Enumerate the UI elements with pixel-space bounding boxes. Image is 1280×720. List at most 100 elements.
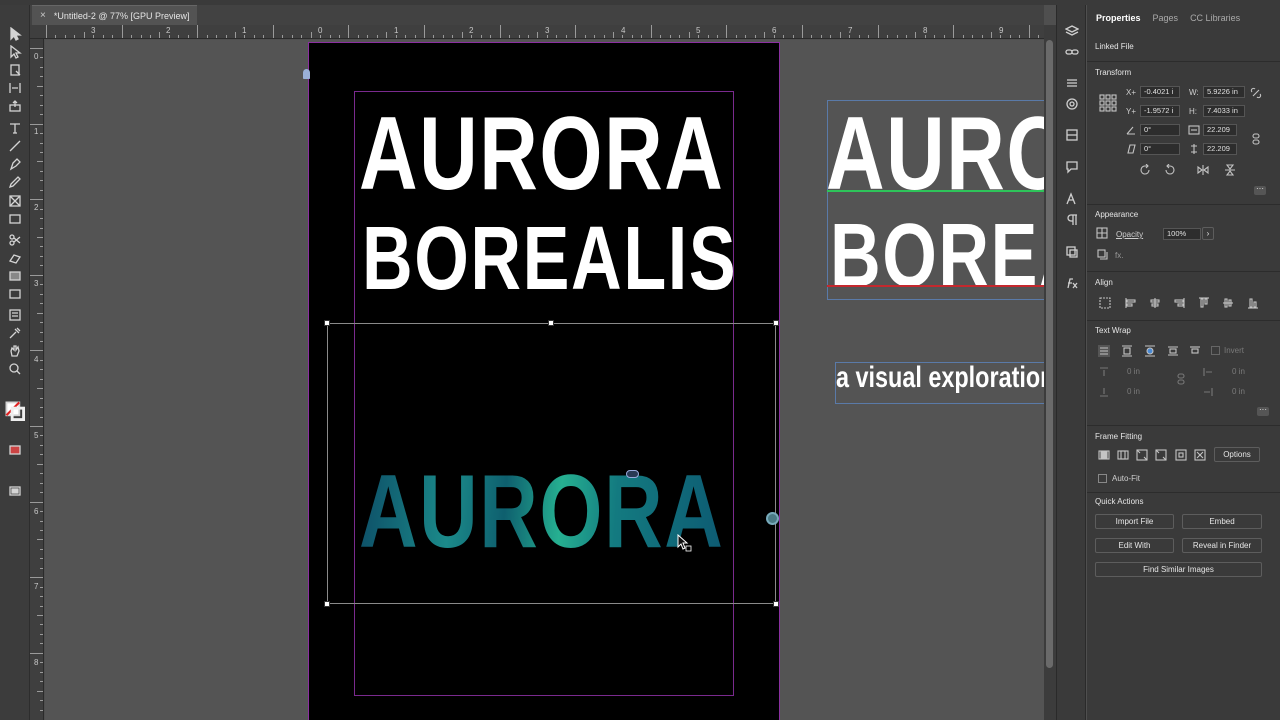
scale-y-field[interactable]: 22.209 [1203, 143, 1237, 155]
close-tab-icon[interactable]: × [40, 10, 46, 21]
align-top-icon[interactable] [1198, 297, 1210, 309]
x-position-field[interactable]: -0.4021 i [1140, 86, 1180, 98]
free-transform-icon[interactable] [6, 250, 24, 266]
fill-frame-proportionally-icon[interactable] [1098, 449, 1110, 461]
drop-shadow-icon[interactable] [1097, 249, 1109, 261]
selected-graphic-frame[interactable] [324, 320, 779, 607]
gap-tool-icon[interactable] [6, 80, 24, 96]
stroke-icon[interactable] [1065, 76, 1079, 90]
layers-icon[interactable] [1064, 24, 1080, 38]
shear-field[interactable]: 0° [1140, 143, 1180, 155]
headline-aurora[interactable]: AURORA [359, 95, 724, 214]
zoom-icon[interactable] [6, 361, 24, 377]
autofit-checkbox[interactable] [1098, 474, 1107, 483]
comments-icon[interactable] [1065, 160, 1079, 174]
object-styles-icon[interactable] [1065, 245, 1079, 259]
constrain-scale-icon[interactable] [1250, 133, 1262, 145]
fit-content-proportionally-icon[interactable] [1117, 449, 1129, 461]
content-aware-fit-icon[interactable] [1194, 449, 1206, 461]
find-similar-images-button[interactable]: Find Similar Images [1095, 562, 1262, 577]
links-icon[interactable] [1065, 45, 1079, 59]
pasteboard-subtitle-frame[interactable]: a visual exploration [835, 362, 1044, 404]
text-wrap-more-button[interactable]: ··· [1257, 406, 1269, 416]
align-bottom-icon[interactable] [1247, 297, 1259, 309]
pasteboard-headline-aurora[interactable]: AURORA [828, 101, 1044, 214]
rotate-ccw-icon[interactable] [1164, 163, 1176, 176]
pencil-tool-icon[interactable] [6, 174, 24, 190]
wrap-object-shape-icon[interactable] [1144, 345, 1156, 357]
type-tool-icon[interactable] [6, 120, 24, 136]
line-tool-icon[interactable] [6, 138, 24, 154]
align-middle-icon[interactable] [1222, 297, 1234, 309]
fit-content-to-frame-icon[interactable] [1155, 449, 1167, 461]
pasteboard-subtitle[interactable]: a visual exploration [836, 363, 1044, 395]
pen-tool-icon[interactable] [6, 156, 24, 172]
flip-horizontal-icon[interactable] [1197, 164, 1209, 176]
tab-properties[interactable]: Properties [1096, 13, 1141, 31]
hand-icon[interactable] [6, 343, 24, 359]
align-left-icon[interactable] [1125, 297, 1137, 309]
top-offset-field[interactable]: 0 in [1127, 367, 1140, 376]
bottom-offset-field[interactable]: 0 in [1127, 387, 1140, 396]
cc-libraries-icon[interactable] [1065, 128, 1079, 142]
pasteboard[interactable]: AURORA BOREALIS AURORA AURORA BOREALIS a… [45, 40, 1044, 720]
more-options-button[interactable]: ··· [1254, 185, 1266, 195]
scale-x-field[interactable]: 22.209 [1203, 124, 1237, 136]
document-page[interactable]: AURORA BOREALIS AURORA [308, 42, 780, 720]
edit-with-button[interactable]: Edit With [1095, 538, 1174, 553]
align-right-icon[interactable] [1173, 297, 1185, 309]
left-offset-field[interactable]: 0 in [1232, 367, 1245, 376]
eyedropper-icon[interactable] [6, 325, 24, 341]
resize-handle[interactable] [324, 320, 330, 326]
rectangle-icon[interactable] [6, 211, 24, 227]
link-badge-icon[interactable] [626, 470, 639, 478]
rectangle-frame-icon[interactable] [6, 193, 24, 209]
selection-tool-icon[interactable] [6, 26, 24, 42]
fill-stroke-icon[interactable] [4, 400, 26, 422]
tab-pages[interactable]: Pages [1153, 13, 1179, 31]
fit-frame-to-content-icon[interactable] [1136, 449, 1148, 461]
vertical-ruler[interactable]: 0 1 2 3 4 5 6 7 8 [30, 39, 44, 720]
direct-selection-icon[interactable] [6, 44, 24, 60]
offset-link-icon[interactable] [1175, 373, 1187, 385]
resize-handle[interactable] [548, 320, 554, 326]
headline-borealis[interactable]: BOREALIS [362, 208, 737, 311]
opacity-label[interactable]: Opacity [1116, 230, 1143, 239]
gradient-swatch-icon[interactable] [6, 268, 24, 284]
y-position-field[interactable]: -1.9572 i [1140, 105, 1180, 117]
screen-mode-icon[interactable] [6, 483, 24, 499]
scrollbar-thumb[interactable] [1046, 40, 1053, 668]
scissors-icon[interactable] [6, 232, 24, 248]
rotation-field[interactable]: 0° [1140, 124, 1180, 136]
align-to-selection-icon[interactable] [1099, 297, 1111, 309]
page-tool-icon[interactable] [6, 62, 24, 78]
reveal-in-finder-button[interactable]: Reveal in Finder [1182, 538, 1262, 553]
jump-next-column-icon[interactable] [1189, 345, 1201, 357]
apply-color-icon[interactable] [6, 442, 24, 458]
swatches-icon[interactable] [1065, 97, 1079, 111]
constrain-unlinked-icon[interactable] [1250, 87, 1262, 99]
opacity-arrow-icon[interactable]: › [1202, 227, 1214, 240]
flip-vertical-icon[interactable] [1224, 164, 1236, 176]
center-content-icon[interactable] [1175, 449, 1187, 461]
resize-handle[interactable] [773, 320, 779, 326]
content-collector-icon[interactable] [6, 98, 24, 114]
horizontal-ruler[interactable]: 3 2 1 0 1 2 3 4 5 6 7 8 9 [30, 25, 1044, 39]
fx-label[interactable]: fx. [1115, 251, 1123, 260]
height-field[interactable]: 7.4033 in [1203, 105, 1245, 117]
effects-fx-icon[interactable] [1065, 276, 1079, 290]
right-offset-field[interactable]: 0 in [1232, 387, 1245, 396]
frame-fitting-options-button[interactable]: Options [1214, 447, 1260, 462]
rotate-cw-icon[interactable] [1139, 163, 1151, 176]
pasteboard-title-frame[interactable]: AURORA BOREALIS [827, 100, 1044, 300]
import-file-button[interactable]: Import File [1095, 514, 1174, 529]
opacity-field[interactable]: 100% [1163, 228, 1201, 240]
paragraph-styles-icon[interactable] [1065, 213, 1079, 227]
resize-handle[interactable] [773, 601, 779, 607]
embed-button[interactable]: Embed [1182, 514, 1262, 529]
wrap-bounding-box-icon[interactable] [1121, 345, 1133, 357]
align-center-icon[interactable] [1149, 297, 1161, 309]
content-grabber-icon[interactable] [766, 512, 779, 525]
character-styles-icon[interactable] [1065, 192, 1079, 206]
invert-checkbox[interactable] [1211, 346, 1220, 355]
